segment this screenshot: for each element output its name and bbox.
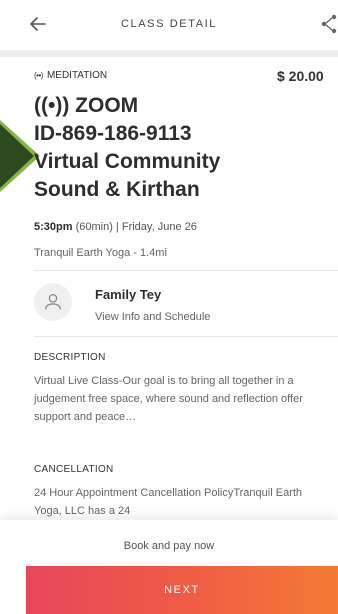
category-label: MEDITATION xyxy=(46,70,108,81)
instructor-avatar[interactable] xyxy=(34,283,72,321)
cancellation-text[interactable]: 24 Hour Appointment Cancellation PolicyT… xyxy=(34,484,332,520)
book-label: Book and pay now xyxy=(123,540,215,552)
class-title: ((•)) ZOOM ID-869-186-9113 Virtual Commu… xyxy=(34,92,334,204)
header-divider xyxy=(0,50,338,57)
class-title-line: ((•)) ZOOM xyxy=(34,94,139,117)
description-text[interactable]: Virtual Live Class-Our goal is to bring … xyxy=(34,372,332,426)
class-time: 5:30pm xyxy=(34,221,73,233)
class-price: $ 20.00 xyxy=(277,68,324,84)
divider xyxy=(34,270,338,271)
class-title-line: Sound & Kirthan xyxy=(34,178,200,201)
instructor-info-link[interactable]: View Info and Schedule xyxy=(95,311,210,323)
class-schedule: 5:30pm (60min) | Friday, June 26 xyxy=(34,221,197,233)
side-tab-inner-decoration xyxy=(0,124,34,188)
class-title-line: Virtual Community xyxy=(34,150,221,173)
class-duration-date: (60min) | Friday, June 26 xyxy=(75,221,197,233)
studio-location[interactable]: Tranquil Earth Yoga - 1.4mi xyxy=(34,247,167,259)
divider xyxy=(34,336,338,337)
description-heading: DESCRIPTION xyxy=(34,352,106,363)
class-category: (••) MEDITATION xyxy=(34,70,107,81)
share-button[interactable] xyxy=(318,12,338,36)
live-stream-icon: (••) xyxy=(34,71,43,80)
next-button[interactable]: NEXT xyxy=(26,566,338,614)
page-title: CLASS DETAIL xyxy=(120,18,218,30)
cancellation-heading: CANCELLATION xyxy=(34,464,114,475)
top-app-bar: CLASS DETAIL xyxy=(0,0,338,50)
share-icon xyxy=(321,14,337,34)
instructor-name[interactable]: Family Tey xyxy=(95,287,161,302)
class-title-line: ID-869-186-9113 xyxy=(34,122,192,145)
user-avatar-icon xyxy=(45,294,61,310)
